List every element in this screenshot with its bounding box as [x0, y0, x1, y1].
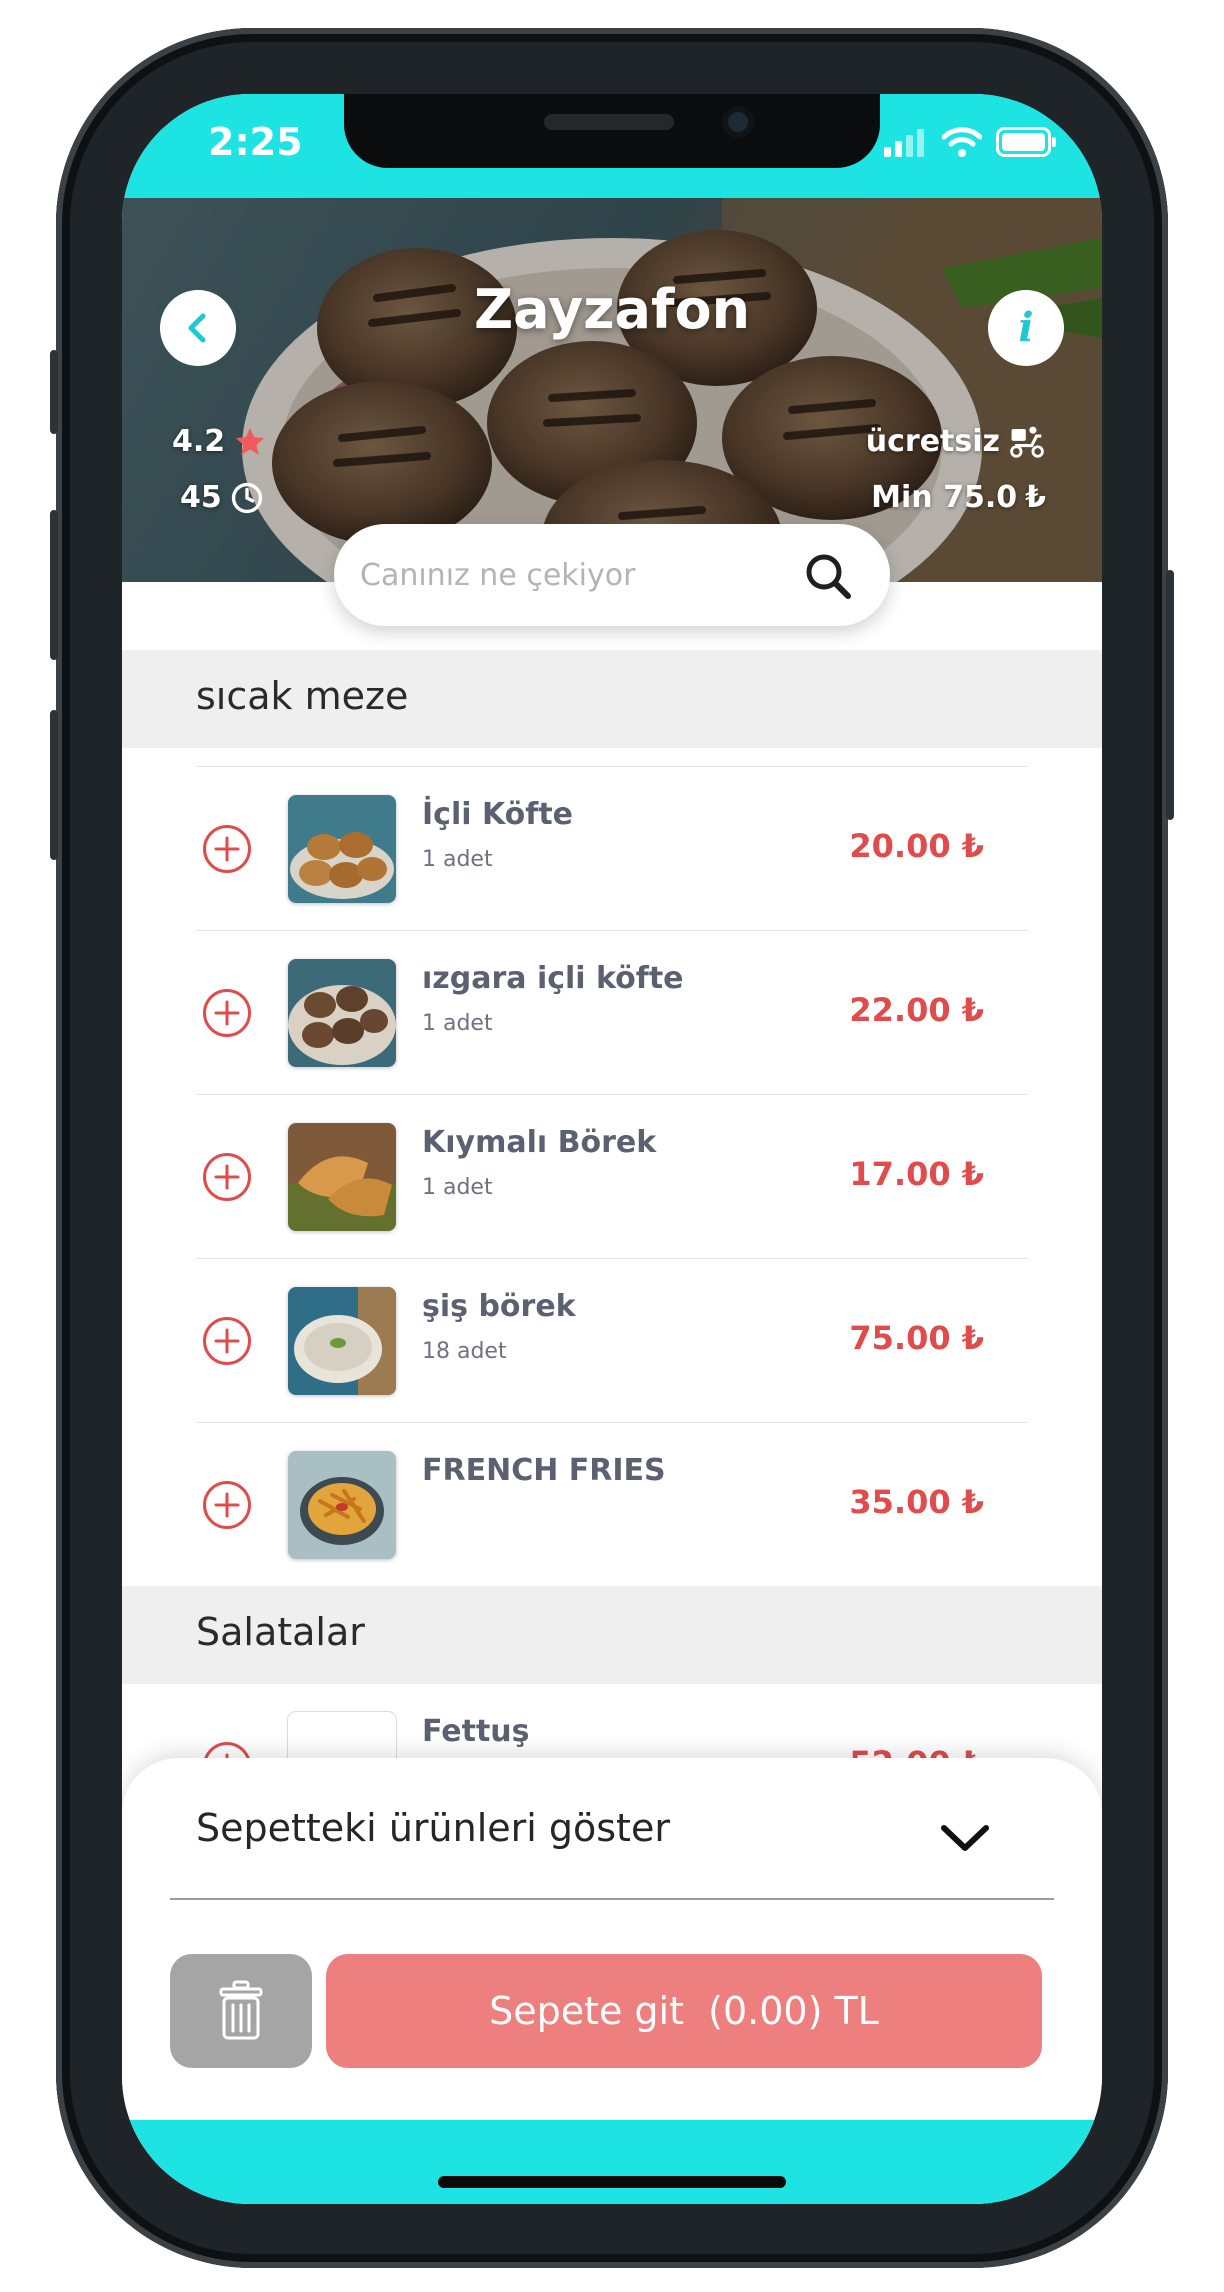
item-name: Fettuş	[422, 1714, 530, 1749]
min-order-value: Min 75.0	[871, 480, 1018, 515]
search-icon[interactable]	[800, 548, 856, 604]
menu-item[interactable]: şiş börek 18 adet 75.00 ₺	[196, 1258, 1028, 1423]
add-circle-icon[interactable]	[202, 1316, 252, 1366]
delivery-scooter-icon	[1010, 426, 1044, 458]
menu-item[interactable]: FRENCH FRIES 35.00 ₺	[196, 1422, 1028, 1587]
item-photo	[288, 795, 396, 903]
add-circle-icon[interactable]	[202, 988, 252, 1038]
star-icon	[235, 427, 265, 455]
back-button[interactable]	[160, 290, 236, 366]
lira-icon: ₺	[961, 827, 984, 865]
item-name: şiş börek	[422, 1289, 576, 1324]
lira-icon: ₺	[961, 1155, 984, 1193]
volume-down-button	[50, 710, 58, 860]
power-button	[1166, 570, 1174, 820]
delivery-fee-value: ücretsiz	[865, 424, 1000, 459]
item-price: 35.00 ₺	[849, 1483, 984, 1521]
item-price: 17.00 ₺	[849, 1155, 984, 1193]
item-photo	[288, 1287, 396, 1395]
bottom-bar	[122, 2120, 1102, 2204]
search-bar	[334, 524, 890, 626]
chevron-down-icon[interactable]	[938, 1820, 992, 1854]
signal-icon	[884, 127, 928, 161]
item-quantity: 1 adet	[422, 1175, 493, 1200]
cart-toggle-label[interactable]: Sepetteki ürünleri göster	[196, 1806, 670, 1850]
section-header-salatalar: Salatalar	[122, 1586, 1102, 1684]
item-price: 75.00 ₺	[849, 1319, 984, 1357]
item-price: 20.00 ₺	[849, 827, 984, 865]
trash-icon	[219, 1980, 263, 2040]
section-title: sıcak meze	[196, 674, 409, 718]
item-photo	[288, 1451, 396, 1559]
add-circle-icon[interactable]	[202, 824, 252, 874]
item-price: 22.00 ₺	[849, 991, 984, 1029]
divider	[170, 1898, 1054, 1900]
wifi-icon	[941, 126, 983, 162]
notch	[344, 94, 880, 168]
rating: 4.2	[172, 424, 267, 459]
clear-cart-button[interactable]	[170, 1954, 312, 2068]
menu-item[interactable]: İçli Köfte 1 adet 20.00 ₺	[196, 766, 1028, 931]
add-circle-icon[interactable]	[202, 1152, 252, 1202]
status-icons	[884, 124, 1058, 164]
app-screen: 2:25 Zayzafon i 4.2 45 ücretsiz Min 75.0…	[122, 94, 1102, 2204]
menu-item[interactable]: ızgara içli köfte 1 adet 22.00 ₺	[196, 930, 1028, 1095]
item-quantity: 1 adet	[422, 847, 493, 872]
restaurant-name: Zayzafon	[473, 278, 751, 341]
speaker-grille	[544, 114, 674, 130]
rating-value: 4.2	[172, 424, 226, 459]
info-button[interactable]: i	[988, 290, 1064, 366]
item-quantity: 1 adet	[422, 1011, 493, 1036]
add-circle-icon[interactable]	[202, 1480, 252, 1530]
lira-icon: ₺	[961, 991, 984, 1029]
lira-icon: ₺	[961, 1483, 984, 1521]
section-header-sicak-meze: sıcak meze	[122, 650, 1102, 748]
status-time: 2:25	[208, 120, 303, 164]
delivery-time-value: 45	[180, 480, 222, 515]
battery-icon	[996, 127, 1058, 161]
back-icon	[188, 313, 206, 343]
item-photo	[288, 1123, 396, 1231]
delivery-fee: ücretsiz	[866, 424, 1046, 459]
item-name: FRENCH FRIES	[422, 1453, 666, 1488]
item-quantity: 18 adet	[422, 1339, 507, 1364]
search-input[interactable]	[358, 546, 782, 604]
delivery-time: 45	[180, 480, 264, 515]
item-name: Kıymalı Börek	[422, 1125, 657, 1160]
min-order: Min 75.0 ₺	[871, 480, 1046, 515]
item-name: ızgara içli köfte	[422, 961, 684, 996]
home-indicator[interactable]	[438, 2176, 786, 2188]
info-icon: i	[1018, 304, 1034, 351]
silent-switch	[50, 350, 58, 434]
go-to-cart-label: Sepete git (0.00) TL	[489, 1989, 879, 2033]
lira-icon: ₺	[1025, 480, 1046, 515]
section-title: Salatalar	[196, 1610, 365, 1654]
clock-icon	[231, 482, 262, 513]
front-camera	[722, 106, 754, 138]
item-name: İçli Köfte	[422, 797, 574, 832]
go-to-cart-button[interactable]: Sepete git (0.00) TL	[326, 1954, 1042, 2068]
volume-up-button	[50, 510, 58, 660]
lira-icon: ₺	[961, 1319, 984, 1357]
item-photo	[288, 959, 396, 1067]
menu-item[interactable]: Kıymalı Börek 1 adet 17.00 ₺	[196, 1094, 1028, 1259]
